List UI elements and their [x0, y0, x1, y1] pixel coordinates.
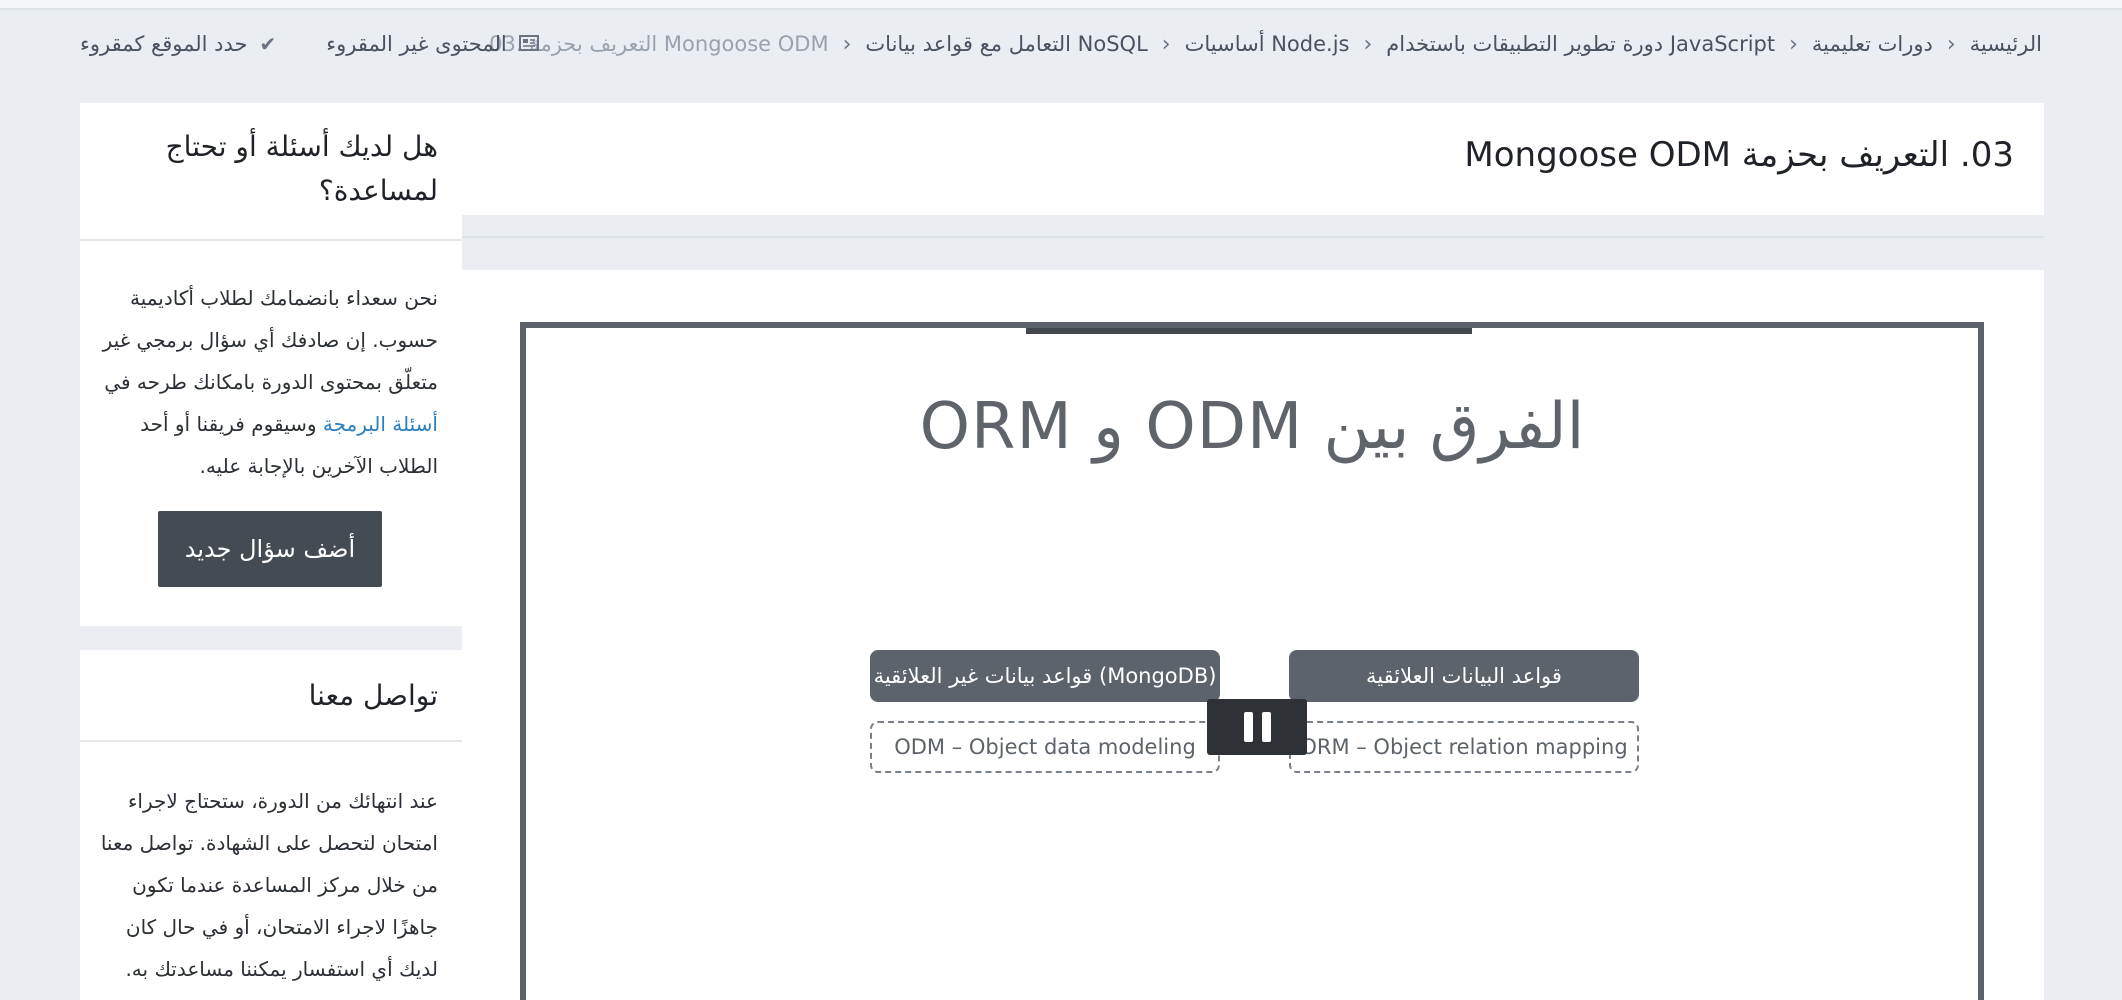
breadcrumb-separator: ›	[1363, 31, 1373, 57]
breadcrumb-item-section[interactable]: أساسيات Node.js	[1185, 32, 1350, 56]
programming-questions-link[interactable]: أسئلة البرمجة	[323, 412, 438, 436]
add-question-button[interactable]: أضف سؤال جديد	[158, 511, 382, 587]
lesson-header: 03. التعريف بحزمة Mongoose ODM	[462, 103, 2044, 215]
video-progress-bar[interactable]	[1026, 328, 1472, 334]
contact-card-text: عند انتهائك من الدورة، ستحتاج لاجراء امت…	[100, 789, 438, 981]
unread-content-label: المحتوى غير المقروء	[326, 32, 507, 56]
page-actions: حدد الموقع كمقروء ✔ المحتوى غير المقروء	[80, 28, 539, 60]
help-card-title: هل لديك أسئلة أو تحتاج لمساعدة؟	[165, 130, 438, 207]
help-card-text: نحن سعداء بانضمامك لطلاب أكاديمية حسوب. …	[98, 277, 438, 487]
breadcrumb-separator: ›	[1946, 31, 1956, 57]
relational-db-box: قواعد البيانات العلائقية	[1289, 650, 1639, 702]
help-text-part: نحن سعداء بانضمامك لطلاب أكاديمية حسوب. …	[102, 286, 438, 394]
breadcrumb-separator: ›	[842, 31, 852, 57]
breadcrumb-item-current: 03. التعريف بحزمة Mongoose ODM	[489, 32, 829, 56]
orm-box: ORM – Object relation mapping	[1289, 721, 1639, 773]
newspaper-icon	[518, 32, 539, 56]
help-card-header: هل لديك أسئلة أو تحتاج لمساعدة؟	[80, 103, 462, 241]
breadcrumb-separator: ›	[1161, 31, 1171, 57]
pause-icon[interactable]	[1207, 699, 1307, 755]
slide-title: الفرق بين ODM و ORM	[919, 390, 1585, 464]
breadcrumb-item-courses[interactable]: دورات تعليمية	[1812, 32, 1933, 56]
breadcrumb-item-course[interactable]: دورة تطوير التطبيقات باستخدام JavaScript	[1386, 32, 1775, 56]
breadcrumb-item-home[interactable]: الرئيسية	[1970, 32, 2042, 56]
contact-card-title: تواصل معنا	[308, 679, 438, 712]
contact-card-header: تواصل معنا	[80, 650, 462, 742]
breadcrumb-item-chapter[interactable]: التعامل مع قواعد بيانات NoSQL	[865, 32, 1147, 56]
unread-content-button[interactable]: المحتوى غير المقروء	[326, 32, 539, 56]
top-bar	[0, 0, 2122, 10]
video-player[interactable]: الفرق بين ODM و ORM قواعد البيانات العلا…	[520, 322, 1984, 1000]
contact-card: تواصل معنا عند انتهائك من الدورة، ستحتاج…	[80, 650, 462, 1000]
help-card: هل لديك أسئلة أو تحتاج لمساعدة؟ نحن سعدا…	[80, 103, 462, 626]
lesson-title: 03. التعريف بحزمة Mongoose ODM	[1464, 135, 2014, 175]
check-icon: ✔	[259, 32, 277, 56]
divider	[462, 236, 2044, 238]
mark-read-label: حدد الموقع كمقروء	[80, 32, 248, 56]
breadcrumb-separator: ›	[1789, 31, 1798, 57]
nonrelational-db-box: قواعد بيانات غير العلائقية (MongoDB)	[870, 650, 1220, 702]
odm-box: ODM – Object data modeling	[870, 721, 1220, 773]
mark-read-button[interactable]: حدد الموقع كمقروء ✔	[80, 32, 276, 56]
breadcrumb: الرئيسية › دورات تعليمية › دورة تطوير ال…	[489, 28, 2042, 60]
